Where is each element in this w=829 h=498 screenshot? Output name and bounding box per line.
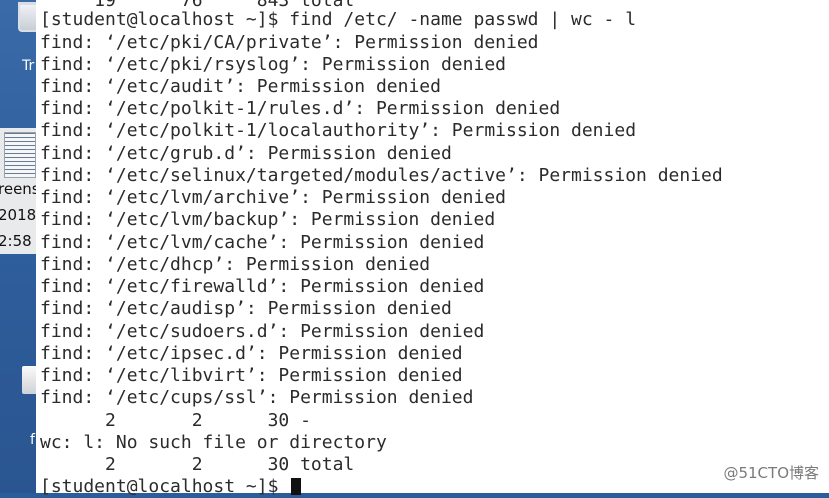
screenshot-file-icon[interactable]: reens 2018 2:58 — [0, 128, 40, 254]
desktop-area: Tr reens 2018 2:58 f — [0, 0, 40, 493]
terminal-line: find: ‘/etc/ipsec.d’: Permission denied — [40, 343, 463, 364]
terminal-line: 2 2 30 - — [40, 410, 311, 431]
terminal-window[interactable]: 19 76 843 total [student@localhost ~]$ f… — [36, 0, 829, 497]
terminal-line-error: wc: l: No such file or directory — [40, 432, 387, 453]
file-label-time: 2:58 — [0, 232, 32, 250]
terminal-line: find: ‘/etc/sudoers.d’: Permission denie… — [40, 321, 485, 342]
terminal-line: find: ‘/etc/firewalld’: Permission denie… — [40, 276, 485, 297]
terminal-line: find: ‘/etc/lvm/cache’: Permission denie… — [40, 232, 485, 253]
watermark: @51CTO博客 — [723, 464, 819, 482]
file-thumbnail — [4, 132, 36, 178]
file-label-date: 2018 — [0, 206, 37, 224]
desktop-file-label: f — [30, 432, 35, 448]
terminal-line: find: ‘/etc/libvirt’: Permission denied — [40, 365, 463, 386]
terminal-line: find: ‘/etc/selinux/targeted/modules/act… — [40, 165, 723, 186]
terminal-line: 2 2 30 total — [40, 454, 355, 475]
terminal-line: find: ‘/etc/grub.d’: Permission denied — [40, 143, 452, 164]
terminal-cursor — [291, 478, 302, 495]
terminal-line: find: ‘/etc/polkit-1/rules.d’: Permissio… — [40, 98, 561, 119]
terminal-line: find: ‘/etc/cups/ssl’: Permission denied — [40, 387, 474, 408]
terminal-line: find: ‘/etc/audisp’: Permission denied — [40, 298, 452, 319]
terminal-line: find: ‘/etc/polkit-1/localauthority’: Pe… — [40, 120, 637, 141]
terminal-line: find: ‘/etc/audit’: Permission denied — [40, 76, 441, 97]
file-label-name: reens — [0, 180, 40, 198]
terminal-line: find: ‘/etc/pki/rsyslog’: Permission den… — [40, 54, 506, 75]
terminal-prompt-line[interactable]: [student@localhost ~]$ — [40, 476, 302, 498]
terminal-line: find: ‘/etc/lvm/archive’: Permission den… — [40, 187, 506, 208]
terminal-line-command: [student@localhost ~]$ find /etc/ -name … — [40, 9, 637, 30]
trash-label: Tr — [22, 58, 35, 74]
terminal-line: find: ‘/etc/dhcp’: Permission denied — [40, 254, 431, 275]
terminal-line: find: ‘/etc/pki/CA/private’: Permission … — [40, 32, 539, 53]
terminal-prompt: [student@localhost ~]$ — [40, 476, 290, 497]
terminal-line: find: ‘/etc/lvm/backup’: Permission deni… — [40, 209, 496, 230]
